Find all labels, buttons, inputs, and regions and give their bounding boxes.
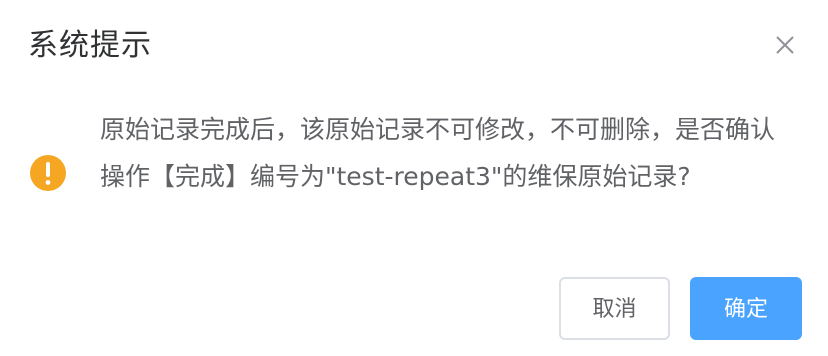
- close-button[interactable]: [772, 32, 798, 58]
- cancel-button[interactable]: 取消: [559, 277, 670, 340]
- confirm-dialog: 系统提示 原始记录完成后，该原始记录不可修改，不可删除，是否确认操作【完成】编号…: [0, 0, 828, 356]
- close-icon: [776, 36, 794, 54]
- dialog-message: 原始记录完成后，该原始记录不可修改，不可删除，是否确认操作【完成】编号为"tes…: [100, 115, 776, 191]
- dialog-title: 系统提示: [28, 28, 152, 63]
- warning-icon: [30, 155, 66, 191]
- confirm-button[interactable]: 确定: [690, 277, 802, 340]
